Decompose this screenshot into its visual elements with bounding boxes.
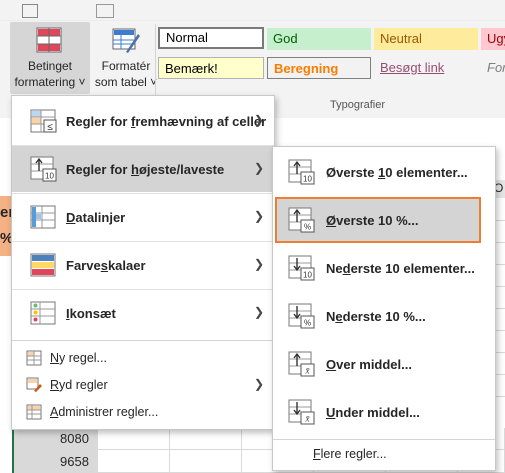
- bottom-10-items-icon: 10: [288, 255, 315, 281]
- menu-item-label: Ny regel...: [50, 350, 107, 365]
- table-label-line2: som tabel ˅: [94, 75, 158, 89]
- chevron-right-icon: ❯: [253, 305, 264, 319]
- below-average-icon: x̄: [288, 399, 315, 425]
- top-bottom-rules-submenu: 10 Øverste 10 elementer... % Øverste 10 …: [272, 146, 496, 471]
- menu-separator: [12, 340, 274, 341]
- conditional-formatting-button[interactable]: Betinget formatering ˅: [10, 22, 90, 94]
- menu-item-color-scales[interactable]: Farveskalaer ❯: [12, 242, 274, 288]
- new-rule-icon: [26, 350, 42, 365]
- grid-cell[interactable]: [98, 450, 170, 473]
- style-calculation[interactable]: Beregning: [267, 57, 371, 79]
- cell-value: 8080: [60, 431, 89, 446]
- table-icon-small: [96, 4, 114, 18]
- ribbon-top-strip: [0, 0, 505, 21]
- svg-text:10: 10: [45, 172, 54, 181]
- menu-item-new-rule[interactable]: Ny regel...: [12, 344, 274, 371]
- table-label-line1: Formatér: [101, 59, 151, 73]
- menu-item-label: Administrer regler...: [50, 404, 159, 419]
- submenu-item-label: Over middel...: [326, 356, 412, 372]
- cf-label-line2: formatering ˅: [14, 75, 86, 89]
- submenu-item-label: Nederste 10 elementer...: [326, 260, 475, 276]
- menu-item-label: Ryd regler: [50, 377, 108, 392]
- submenu-item-bottom-10-percent[interactable]: % Nederste 10 %...: [273, 293, 495, 339]
- style-note[interactable]: Bemærk!: [158, 57, 264, 79]
- style-visited-link[interactable]: Besøgt link: [374, 57, 478, 79]
- style-bad[interactable]: Ugy: [481, 28, 505, 50]
- clipboard-icon: [22, 4, 38, 18]
- svg-text:x̄: x̄: [305, 414, 311, 424]
- submenu-item-bottom-10-items[interactable]: 10 Nederste 10 elementer...: [273, 245, 495, 291]
- menu-item-manage-rules[interactable]: Administrer regler...: [12, 398, 274, 425]
- svg-text:%: %: [304, 223, 311, 232]
- format-as-table-button[interactable]: Formatér som tabel ˅: [92, 22, 160, 94]
- styles-group-label: Typografier: [330, 99, 386, 111]
- icon-sets-icon: [30, 301, 56, 325]
- highlight-rules-icon: ≤: [30, 109, 57, 133]
- submenu-item-more-rules[interactable]: Flere regler...: [273, 440, 495, 467]
- clear-rules-icon: [26, 377, 42, 392]
- submenu-item-top-10-items[interactable]: 10 Øverste 10 elementer...: [273, 149, 495, 195]
- menu-item-highlight-cells-rules[interactable]: ≤ Regler for fremhævning af celler ❯: [12, 98, 274, 144]
- chevron-right-icon: ❯: [253, 377, 264, 391]
- chevron-right-icon: ❯: [253, 209, 264, 223]
- conditional-formatting-icon: [36, 27, 62, 53]
- svg-text:x̄: x̄: [305, 366, 311, 376]
- style-normal[interactable]: Normal: [158, 27, 264, 49]
- style-explanatory[interactable]: For: [481, 57, 505, 79]
- top-bottom-rules-icon: 10: [30, 156, 57, 182]
- submenu-item-label: Øverste 10 elementer...: [326, 164, 468, 180]
- svg-text:10: 10: [303, 271, 312, 280]
- style-neutral[interactable]: Neutral: [374, 28, 478, 50]
- menu-item-icon-sets[interactable]: Ikonsæt ❯: [12, 290, 274, 336]
- menu-item-label: Regler for højeste/laveste: [66, 161, 225, 177]
- conditional-formatting-menu: ≤ Regler for fremhævning af celler ❯ 10 …: [11, 95, 275, 430]
- menu-item-label: Ikonsæt: [66, 305, 116, 321]
- color-scales-icon: [30, 253, 56, 277]
- style-good[interactable]: God: [267, 28, 371, 50]
- chevron-right-icon: ❯: [253, 113, 264, 127]
- chevron-right-icon: ❯: [253, 161, 264, 175]
- menu-item-label: Datalinjer: [66, 209, 126, 225]
- format-as-table-icon: [112, 28, 140, 53]
- menu-item-label: Farveskalaer: [66, 257, 146, 273]
- menu-item-data-bars[interactable]: Datalinjer ❯: [12, 194, 274, 240]
- submenu-item-label: Under middel...: [326, 404, 420, 420]
- submenu-item-below-average[interactable]: x̄ Under middel...: [273, 389, 495, 435]
- submenu-item-label: Nederste 10 %...: [326, 308, 426, 324]
- styles-gallery: Normal God Neutral Ugy Bemærk! Beregning…: [158, 27, 505, 87]
- chevron-right-icon: ❯: [253, 257, 264, 271]
- svg-text:10: 10: [303, 175, 312, 184]
- submenu-item-top-10-percent[interactable]: % Øverste 10 %...: [275, 197, 481, 243]
- top-10-percent-icon: %: [288, 207, 315, 233]
- grid-cell[interactable]: [170, 450, 242, 473]
- grid-cell[interactable]: [170, 428, 242, 450]
- submenu-item-label: Øverste 10 %...: [326, 212, 419, 228]
- menu-item-label: Regler for fremhævning af celler: [66, 113, 267, 129]
- menu-item-top-bottom-rules[interactable]: 10 Regler for højeste/laveste ❯: [12, 146, 274, 192]
- manage-rules-icon: [26, 404, 42, 419]
- grid-cell[interactable]: [98, 428, 170, 450]
- submenu-item-label: Flere regler...: [313, 446, 387, 461]
- above-average-icon: x̄: [288, 351, 315, 377]
- svg-text:%: %: [304, 319, 311, 328]
- svg-text:≤: ≤: [47, 122, 53, 133]
- bottom-10-percent-icon: %: [288, 303, 315, 329]
- menu-item-clear-rules[interactable]: Ryd regler ❯: [12, 371, 274, 398]
- cell-value: 9658: [60, 454, 89, 469]
- data-bars-icon: [30, 205, 56, 229]
- cf-label-line1: Betinget: [27, 59, 73, 73]
- submenu-item-above-average[interactable]: x̄ Over middel...: [273, 341, 495, 387]
- top-10-items-icon: 10: [288, 159, 315, 185]
